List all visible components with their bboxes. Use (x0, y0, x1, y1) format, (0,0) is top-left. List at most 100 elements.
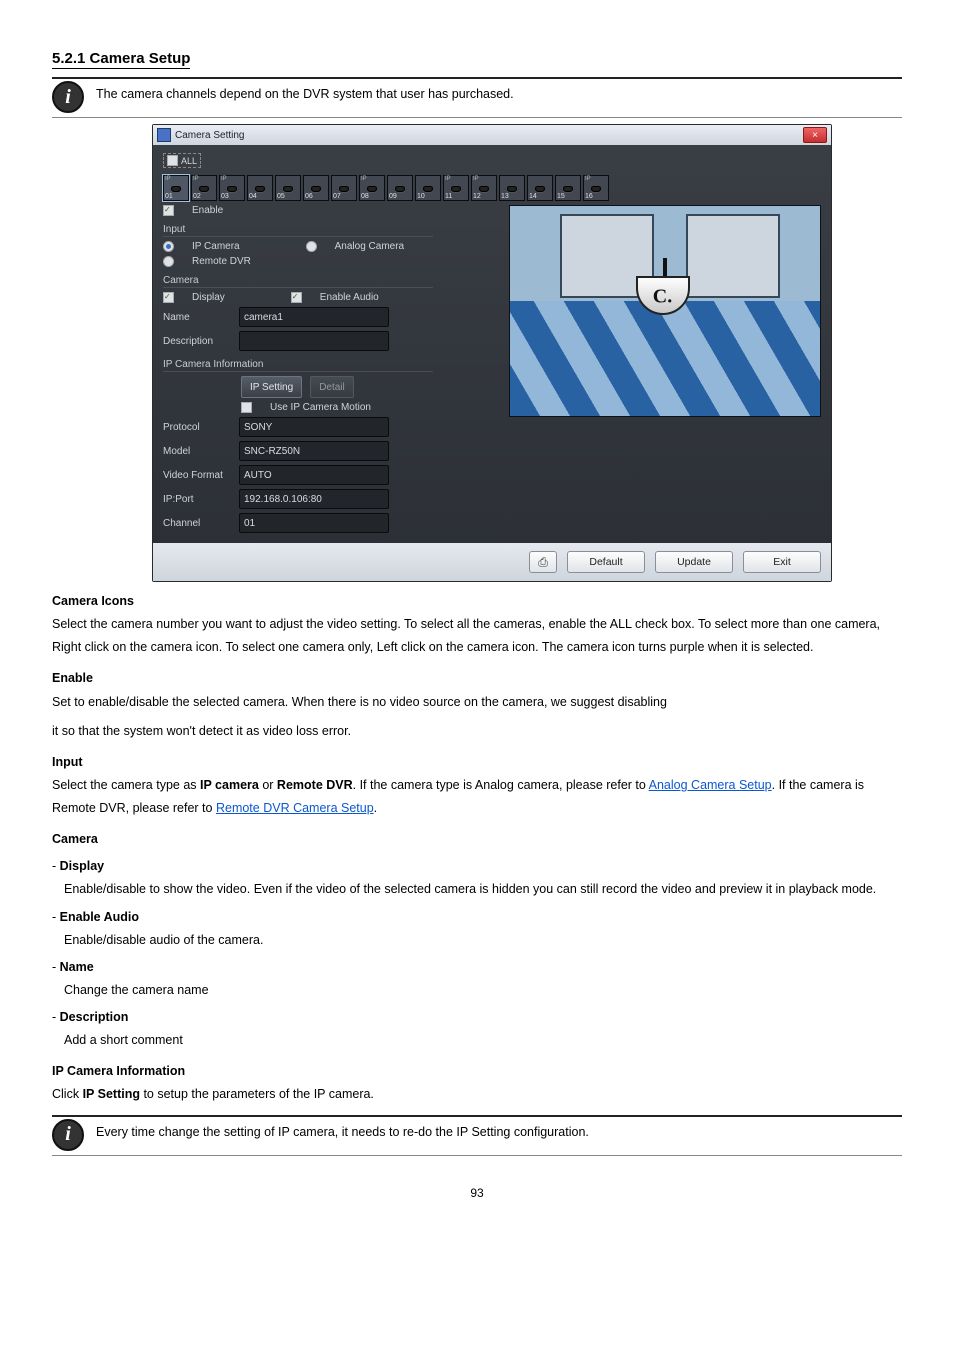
sub-rule-1 (52, 117, 902, 118)
use-motion-check-icon[interactable] (241, 402, 252, 413)
camera-tile[interactable]: IP12 (471, 175, 497, 201)
all-checkbox[interactable]: ALL (163, 153, 201, 168)
text-input-5: . (374, 801, 377, 815)
bold-ip-camera: IP camera (200, 778, 259, 792)
info-text-2: Every time change the setting of IP came… (96, 1119, 589, 1142)
bold-enable-audio: Enable Audio (60, 910, 139, 924)
camera-tile[interactable]: 06 (303, 175, 329, 201)
camera-tile[interactable]: IP03 (219, 175, 245, 201)
camera-tile[interactable]: 14 (527, 175, 553, 201)
text-input-1: Select the camera type as (52, 778, 200, 792)
ip-setting-button[interactable]: IP Setting (241, 376, 302, 398)
display-check-icon[interactable] (163, 292, 174, 303)
text-ipcam-1: Click (52, 1087, 83, 1101)
ipport-value: 192.168.0.106:80 (239, 489, 389, 509)
footer-button-bar: ⎙ Default Update Exit (153, 543, 831, 581)
radio-ip-camera[interactable] (163, 241, 174, 252)
enable-audio-label: Enable Audio (320, 292, 379, 303)
para-input: Input Select the camera type as IP camer… (52, 751, 902, 820)
camera-tile[interactable]: IP02 (191, 175, 217, 201)
para-camera-icons: Camera Icons Select the camera number yo… (52, 590, 902, 659)
link-remote-dvr-setup[interactable]: Remote DVR Camera Setup (216, 801, 374, 815)
bold-ip-setting: IP Setting (83, 1087, 140, 1101)
name-input[interactable]: camera1 (239, 307, 389, 327)
para-enable: Enable Set to enable/disable the selecte… (52, 667, 902, 713)
camera-tile[interactable]: IP01 (163, 175, 189, 201)
channel-value: 01 (239, 513, 389, 533)
all-check-icon (167, 155, 178, 166)
model-value: SNC-RZ50N (239, 441, 389, 461)
para-enable-audio: - Enable Audio Enable/disable audio of t… (52, 906, 902, 952)
camera-tile[interactable]: 05 (275, 175, 301, 201)
link-analog-setup[interactable]: Analog Camera Setup (649, 778, 772, 792)
para-camera-group: Camera (52, 828, 902, 851)
para-description: - Description Add a short comment (52, 1006, 902, 1052)
video-format-value: AUTO (239, 465, 389, 485)
text-enable-audio: Enable/disable audio of the camera. (52, 929, 263, 952)
bold-name: Name (60, 960, 94, 974)
bold-enable: Enable (52, 671, 93, 685)
heavy-rule-2 (52, 1115, 902, 1117)
bold-display: Display (60, 859, 104, 873)
text-input-2: or (259, 778, 277, 792)
bold-input: Input (52, 755, 83, 769)
app-icon (157, 128, 171, 142)
default-button[interactable]: Default (567, 551, 645, 573)
enable-row[interactable]: Enable (163, 205, 433, 216)
camera-tile[interactable]: 10 (415, 175, 441, 201)
section-heading: 5.2.1 Camera Setup (52, 50, 190, 69)
bold-ipcam-info: IP Camera Information (52, 1064, 185, 1078)
camera-icon-strip: IP01 IP02 IP03 04 05 06 07 IP08 09 10 IP… (163, 175, 821, 201)
radio-remote-dvr[interactable] (163, 256, 174, 267)
channel-label: Channel (163, 518, 233, 529)
camera-tile[interactable]: 04 (247, 175, 273, 201)
camera-tile[interactable]: IP11 (443, 175, 469, 201)
close-button[interactable]: × (803, 127, 827, 143)
detail-button[interactable]: Detail (310, 376, 354, 398)
all-label: ALL (181, 156, 197, 166)
remote-dvr-label: Remote DVR (192, 256, 251, 267)
para-display: - Display Enable/disable to show the vid… (52, 855, 902, 901)
text-enable-1: Set to enable/disable the selected camer… (52, 695, 667, 709)
text-description: Add a short comment (52, 1029, 183, 1052)
heavy-rule-1 (52, 77, 902, 79)
camera-tile[interactable]: 09 (387, 175, 413, 201)
camera-tile[interactable]: IP08 (359, 175, 385, 201)
protocol-value: SONY (239, 417, 389, 437)
radio-analog-camera[interactable] (306, 241, 317, 252)
sub-rule-2 (52, 1155, 902, 1156)
camera-tile[interactable]: 13 (499, 175, 525, 201)
para-name: - Name Change the camera name (52, 956, 902, 1002)
printer-icon[interactable]: ⎙ (529, 551, 557, 573)
bold-description: Description (60, 1010, 129, 1024)
info-text-1: The camera channels depend on the DVR sy… (96, 81, 514, 104)
group-input: Input (163, 220, 433, 237)
page-number: 93 (52, 1186, 902, 1200)
info-icon: i (52, 1119, 84, 1151)
info-icon: i (52, 81, 84, 113)
description-input[interactable] (239, 331, 389, 351)
camera-preview: C. (509, 205, 821, 417)
camera-tile[interactable]: IP16 (583, 175, 609, 201)
text-ipcam-2: to setup the parameters of the IP camera… (140, 1087, 374, 1101)
bold-camera-group: Camera (52, 832, 98, 846)
display-label: Display (192, 292, 225, 303)
camera-tile[interactable]: 07 (331, 175, 357, 201)
description-label: Description (163, 336, 233, 347)
analog-camera-label: Analog Camera (335, 241, 404, 252)
info-callout-1: i The camera channels depend on the DVR … (52, 81, 902, 113)
exit-button[interactable]: Exit (743, 551, 821, 573)
text-enable-2: it so that the system won't detect it as… (52, 720, 902, 743)
ip-camera-label: IP Camera (192, 241, 240, 252)
group-ipinfo: IP Camera Information (163, 355, 433, 372)
name-label: Name (163, 312, 233, 323)
text-camera-icons: Select the camera number you want to adj… (52, 617, 880, 654)
use-motion-label: Use IP Camera Motion (270, 402, 371, 413)
enable-check-icon (163, 205, 174, 216)
enable-audio-check-icon[interactable] (291, 292, 302, 303)
protocol-label: Protocol (163, 422, 233, 433)
bold-remote-dvr: Remote DVR (277, 778, 353, 792)
window-title: Camera Setting (175, 130, 244, 141)
camera-tile[interactable]: 15 (555, 175, 581, 201)
update-button[interactable]: Update (655, 551, 733, 573)
